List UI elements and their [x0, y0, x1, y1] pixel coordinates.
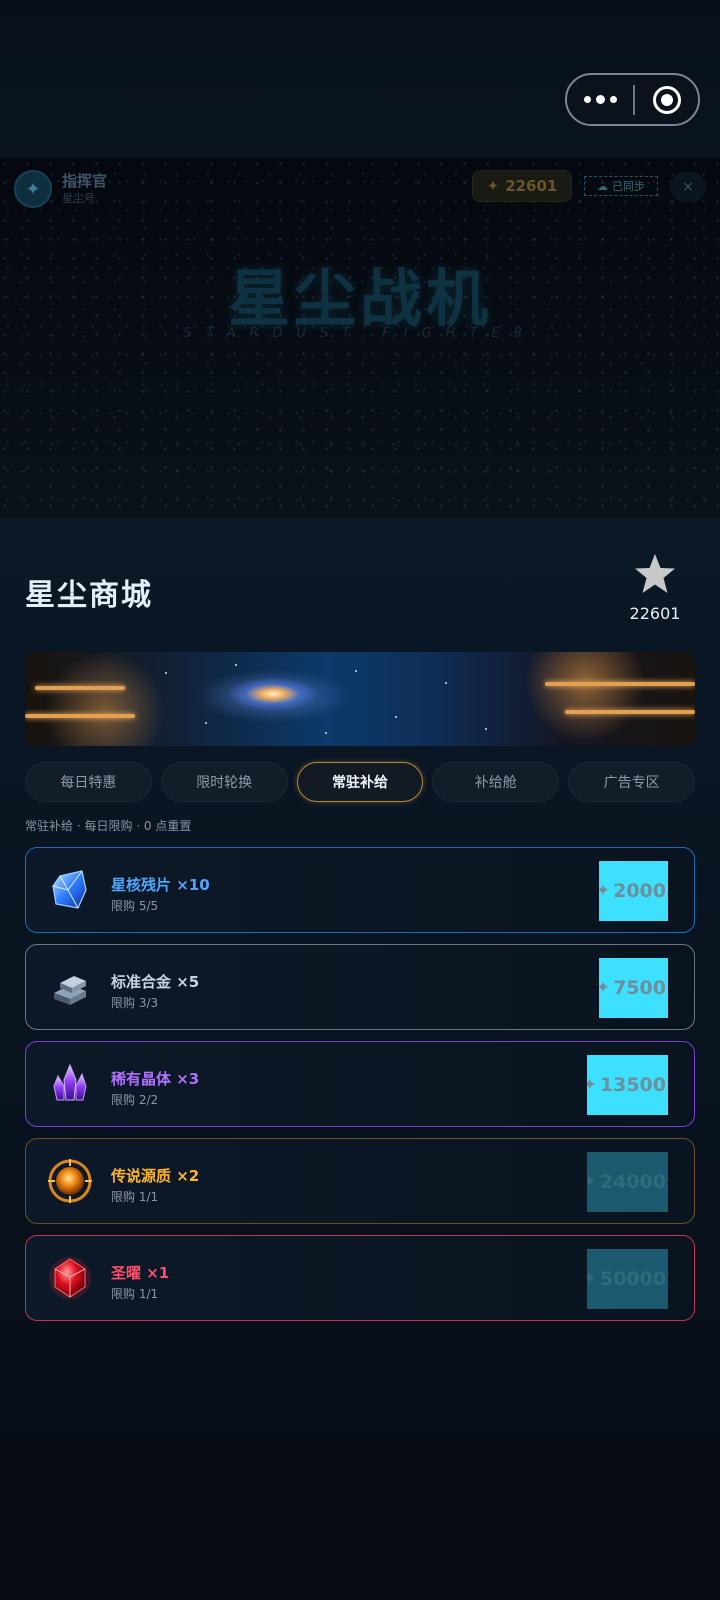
item-price: 24000: [599, 1171, 666, 1193]
buy-button[interactable]: ✦ 2000: [599, 861, 668, 921]
close-button[interactable]: ×: [670, 172, 706, 202]
sync-status-label: 已同步: [612, 180, 645, 193]
tab-supply-pod[interactable]: 补给舱: [432, 762, 560, 802]
item-price: 13500: [599, 1074, 666, 1096]
list-item: 标准合金 ×5 限购 3/3 ✦ 7500: [25, 944, 695, 1030]
item-limit: 限购 2/2: [111, 1093, 159, 1107]
banner-shelf: [565, 710, 695, 714]
item-price: 50000: [599, 1268, 666, 1290]
metal-ingot-icon: [46, 963, 94, 1011]
page-title: 星尘商城: [25, 578, 153, 613]
item-name: 稀有晶体 ×3: [111, 1070, 200, 1088]
sparkle-icon: ✦: [587, 1172, 597, 1192]
shop-tabs: 每日特惠 限时轮换 常驻补给 补给舱 广告专区: [25, 762, 695, 802]
star-icon: [635, 554, 675, 593]
more-dots-icon[interactable]: [567, 95, 633, 104]
avatar: ✦: [14, 170, 52, 208]
sparkle-icon: ✦: [587, 1269, 597, 1289]
red-gem-icon: [46, 1254, 94, 1302]
buy-button[interactable]: ✦ 24000: [587, 1152, 668, 1212]
mini-program-capsule: [565, 73, 700, 126]
list-item: 圣曜 ×1 限购 1/1 ✦ 50000: [25, 1235, 695, 1321]
banner-star: [235, 664, 237, 666]
banner-star: [325, 732, 327, 734]
sparkle-icon: ✦: [599, 881, 611, 901]
item-name: 标准合金 ×5: [111, 973, 200, 991]
sparkle-icon: ✦: [486, 177, 500, 195]
banner-star: [395, 716, 397, 718]
banner-shelf: [545, 682, 695, 686]
list-item: 稀有晶体 ×3 限购 2/2 ✦ 13500: [25, 1041, 695, 1127]
item-limit: 限购 5/5: [111, 899, 159, 913]
tab-ad-zone[interactable]: 广告专区: [568, 762, 695, 802]
reset-note: 常驻补给 · 每日限购 · 0 点重置: [25, 819, 192, 833]
orange-orb-icon: [46, 1157, 94, 1205]
sync-status-badge: ☁ 已同步: [584, 176, 658, 196]
star-balance: 22601: [629, 604, 681, 623]
item-name: 星核残片 ×10: [111, 876, 210, 894]
player-ship-name: 星尘号: [62, 192, 95, 205]
status-bar-area: [0, 0, 720, 158]
sparkle-icon: ✦: [599, 978, 611, 998]
game-background: ✦ 指挥官 星尘号 ✦ 22601 ☁ 已同步 × 星尘战机 STARDUST …: [0, 158, 720, 518]
item-limit: 限购 3/3: [111, 996, 159, 1010]
buy-button[interactable]: ✦ 7500: [599, 958, 668, 1018]
sparkle-icon: ✦: [587, 1075, 597, 1095]
banner-star: [165, 672, 167, 674]
item-list: 星核残片 ×10 限购 5/5 ✦ 2000 标准合金 ×5 限购 3/3 ✦ …: [25, 847, 695, 1332]
banner-star: [445, 682, 447, 684]
tab-limited-rotation[interactable]: 限时轮换: [160, 762, 288, 802]
tab-permanent-supply[interactable]: 常驻补给: [296, 762, 424, 802]
coin-balance-pill: ✦ 22601: [472, 170, 572, 202]
tab-daily-deals[interactable]: 每日特惠: [25, 762, 152, 802]
banner-shelf: [35, 686, 125, 690]
banner-star: [355, 670, 357, 672]
buy-button[interactable]: ✦ 50000: [587, 1249, 668, 1309]
blue-crystal-shard-icon: [46, 866, 94, 914]
cloud-icon: ☁: [597, 179, 608, 193]
list-item: 传说源质 ×2 限购 1/1 ✦ 24000: [25, 1138, 695, 1224]
banner-shelf: [25, 714, 135, 718]
target-icon[interactable]: [635, 85, 698, 114]
purple-crystal-icon: [46, 1060, 94, 1108]
promo-banner[interactable]: [25, 652, 695, 746]
item-limit: 限购 1/1: [111, 1190, 159, 1204]
game-header: ✦ 指挥官 星尘号 ✦ 22601 ☁ 已同步 ×: [0, 158, 720, 218]
coin-balance: 22601: [505, 177, 558, 195]
item-limit: 限购 1/1: [111, 1287, 159, 1301]
game-subtitle: STARDUST FIGHTER: [183, 326, 537, 341]
banner-star: [485, 728, 487, 730]
buy-button[interactable]: ✦ 13500: [587, 1055, 668, 1115]
item-price: 2000: [613, 880, 666, 902]
player-name: 指挥官: [62, 172, 108, 190]
banner-star: [205, 722, 207, 724]
shop-panel: 星尘商城 22601 每日特惠 限时轮换 常驻补给 补给舱 广告专区 常驻补给 …: [0, 518, 720, 1438]
item-name: 圣曜 ×1: [111, 1264, 170, 1282]
item-price: 7500: [613, 977, 666, 999]
list-item: 星核残片 ×10 限购 5/5 ✦ 2000: [25, 847, 695, 933]
game-title: 星尘战机: [227, 262, 492, 335]
item-name: 传说源质 ×2: [111, 1167, 200, 1185]
